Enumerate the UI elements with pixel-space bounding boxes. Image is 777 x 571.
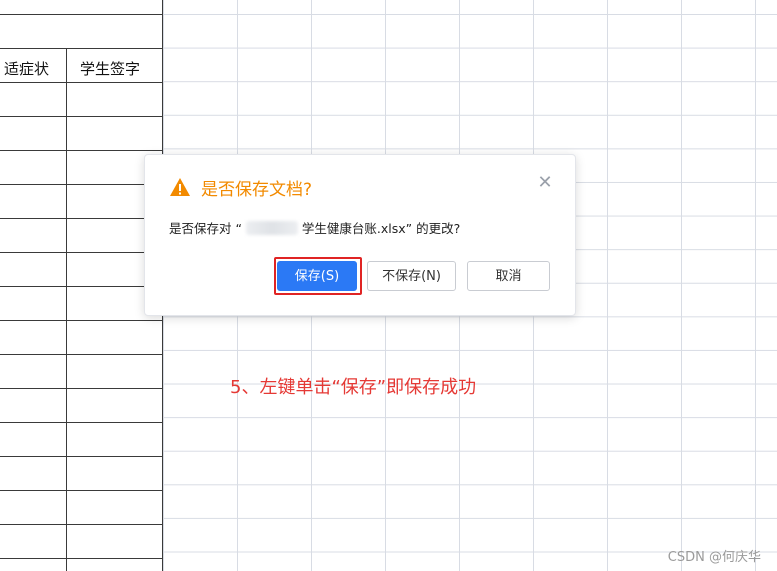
- table-row-line: [0, 286, 163, 287]
- table-row-line: [0, 490, 163, 491]
- table-row-line: [0, 388, 163, 389]
- table-row-line: [0, 252, 163, 253]
- dialog-message: 是否保存对 “ 学生健康台账.xlsx” 的更改?: [169, 218, 460, 237]
- table-row-line: [0, 218, 163, 219]
- table-row-line: [0, 150, 163, 151]
- table-row-line: [0, 320, 163, 321]
- close-icon[interactable]: ✕: [537, 174, 553, 192]
- column-header-symptoms: 适症状: [4, 60, 50, 78]
- dialog-title: 是否保存文档?: [201, 180, 313, 200]
- message-suffix: 学生健康台账.xlsx” 的更改?: [301, 221, 461, 236]
- warning-icon: [170, 178, 190, 196]
- step-annotation: 5、左键单击“保存”即保存成功: [230, 377, 477, 398]
- cancel-button[interactable]: 取消: [467, 261, 550, 291]
- dont-save-button[interactable]: 不保存(N): [367, 261, 456, 291]
- message-prefix: 是否保存对 “: [169, 221, 242, 236]
- table-row-line: [0, 354, 163, 355]
- table-row-line: [0, 558, 163, 559]
- table-row-line: [0, 116, 163, 117]
- health-ledger-table: 适症状 学生签字: [0, 0, 163, 571]
- column-divider: [66, 48, 67, 571]
- table-row-line: [0, 456, 163, 457]
- column-header-student-signature: 学生签字: [80, 60, 141, 78]
- save-document-dialog: 是否保存文档? ✕ 是否保存对 “ 学生健康台账.xlsx” 的更改? 保存(S…: [144, 154, 576, 316]
- table-row-line: [0, 422, 163, 423]
- table-row-line: [0, 48, 163, 49]
- watermark: CSDN @何庆华: [667, 550, 761, 565]
- table-row-line: [0, 184, 163, 185]
- save-button[interactable]: 保存(S): [277, 261, 357, 291]
- table-row-line: [0, 524, 163, 525]
- redacted-filename: [245, 221, 298, 235]
- table-row-line: [0, 14, 163, 15]
- table-row-line: [0, 82, 163, 83]
